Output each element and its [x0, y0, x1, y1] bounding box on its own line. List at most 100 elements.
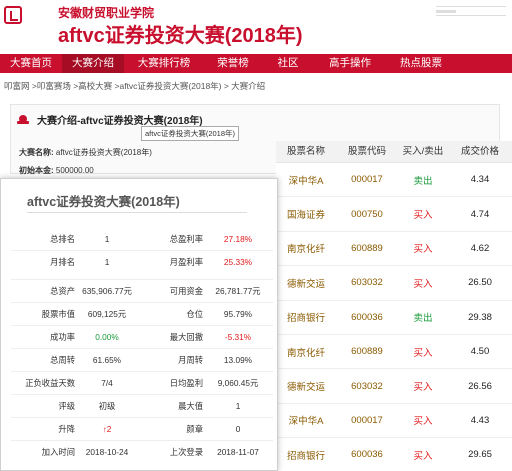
stock-code: 603032 — [351, 380, 383, 392]
trade-action: 卖出 — [413, 175, 433, 187]
trade-price: 4.62 — [470, 242, 490, 254]
stat-value: 0 — [235, 424, 241, 434]
initial-capital-row: 初始本金: 500000.00 — [19, 165, 94, 176]
trade-action: 买入 — [413, 244, 433, 256]
trade-price: 4.50 — [470, 346, 490, 358]
stock-code: 603032 — [351, 277, 383, 289]
title-tooltip: aftvc证券投资大赛(2018年) — [141, 126, 240, 141]
contest-name-label: 大赛名称: — [19, 148, 54, 157]
player-stats-card: aftvc证券投资大赛(2018年) 总排名 1 总盈利率 27.18% 月排名 1 月盈利… — [0, 178, 278, 471]
trade-action: 买入 — [413, 416, 433, 428]
col-stock-code: 股票代码 — [347, 146, 386, 157]
trade-price: 4.43 — [470, 414, 490, 426]
stock-table-header: 股票名称 股票代码 买入/卖出 成交价格 — [276, 141, 512, 163]
stats-row: 总资产 635,906.77元 可用资金 26,781.77元 — [11, 279, 273, 302]
stock-name[interactable]: 南京化纤 — [276, 345, 336, 359]
stat-label: 月盈利率 — [169, 257, 203, 267]
intro-title: 大赛介绍-aftvc证券投资大赛(2018年) — [37, 116, 203, 127]
stat-label: 颜章 — [186, 424, 203, 434]
stock-code: 600036 — [351, 311, 383, 323]
table-row[interactable]: 德新交运 603032 买入 26.56 — [276, 369, 512, 404]
nav-item-expert[interactable]: 高手操作 — [314, 54, 386, 73]
stat-value: 25.33% — [223, 257, 253, 267]
col-stock-name: 股票名称 — [286, 146, 325, 157]
stat-label: 月周转 — [178, 355, 203, 365]
nav-item-intro[interactable]: 大赛介绍 — [62, 54, 124, 73]
stock-name[interactable]: 国海证券 — [276, 207, 336, 221]
trade-price: 26.50 — [468, 277, 492, 289]
stat-label: 总盈利率 — [169, 233, 203, 244]
table-row[interactable]: 深中华A 000017 买入 4.43 — [276, 404, 512, 439]
trade-price: 4.74 — [470, 208, 490, 220]
stat-value: 1 — [104, 233, 110, 244]
breadcrumb[interactable]: 叩富网 >叩富赛场 >高校大赛 >aftvc证券投资大赛(2018年) > 大赛… — [4, 80, 265, 92]
table-row[interactable]: 国海证券 000750 买入 4.74 — [276, 197, 512, 232]
stat-label: 上次登录 — [169, 447, 203, 457]
stats-row: 成功率 0.00% 最大回撤 -5.31% — [11, 325, 273, 348]
trade-action: 买入 — [413, 347, 433, 359]
stock-name[interactable]: 南京化纤 — [276, 241, 336, 255]
stat-label: 日均盈利 — [169, 378, 203, 388]
nav-item-community[interactable]: 社区 — [262, 54, 314, 73]
stat-value: 2018-11-07 — [217, 447, 259, 457]
table-row[interactable]: 招商银行 600036 卖出 29.38 — [276, 301, 512, 335]
nav-item-honor[interactable]: 荣誉榜 — [204, 54, 262, 73]
trade-price: 4.34 — [470, 174, 490, 186]
stat-label: 总周转 — [50, 355, 75, 365]
stock-name[interactable]: 深中华A — [276, 173, 336, 187]
stats-table: 总排名 1 总盈利率 27.18% 月排名 1 月盈利率 25.33% 总资产 635,906.7… — [11, 227, 273, 463]
stat-label: 仓位 — [186, 309, 203, 319]
table-row[interactable]: 南京化纤 600889 买入 4.62 — [276, 232, 512, 267]
stat-value: -5.31% — [224, 332, 252, 342]
stock-code: 600036 — [351, 449, 383, 461]
stat-label: 评级 — [58, 401, 75, 411]
stats-row: 正负收益天数 7/4 日均盈利 9,060.45元 — [11, 371, 273, 394]
stock-name[interactable]: 招商银行 — [276, 448, 336, 462]
stock-name[interactable]: 德新交运 — [276, 276, 336, 290]
nav-item-home[interactable]: 大赛首页 — [0, 54, 62, 73]
card-divider — [27, 212, 247, 213]
stat-label: 总资产 — [50, 286, 75, 296]
school-logo-icon[interactable] — [4, 6, 22, 24]
table-row[interactable]: 深中华A 000017 卖出 4.34 — [276, 163, 512, 198]
stock-name[interactable]: 德新交运 — [276, 379, 336, 393]
col-action: 买入/卖出 — [402, 146, 444, 157]
stats-row: 升降 ↑2 颜章 0 — [11, 417, 273, 440]
stat-label: 可用资金 — [169, 286, 203, 296]
stat-label: 总排名 — [50, 233, 75, 244]
stats-row: 加入时间 2018-10-24 上次登录 2018-11-07 — [11, 440, 273, 463]
nav-item-ranking[interactable]: 大赛排行榜 — [124, 54, 204, 73]
card-title[interactable]: aftvc证券投资大赛(2018年) — [27, 191, 180, 210]
stats-row: 评级 初级 晨大值 1 — [11, 394, 273, 417]
trade-price: 29.38 — [468, 311, 492, 323]
stock-name[interactable]: 招商银行 — [276, 310, 336, 324]
table-row[interactable]: 招商银行 600036 买入 29.65 — [276, 438, 512, 471]
initial-capital-label: 初始本金: — [19, 166, 54, 175]
trade-action: 卖出 — [413, 313, 433, 325]
stock-rows: 深中华A 000017 卖出 4.34 国海证券 000750 买入 4.74 南京化纤 6008… — [276, 163, 512, 471]
stats-row: 总排名 1 总盈利率 27.18% — [11, 227, 273, 250]
contest-name-row: 大赛名称: aftvc证券投资大赛(2018年) — [19, 147, 152, 158]
table-row[interactable]: 德新交运 603032 买入 26.50 — [276, 266, 512, 301]
stat-value: 635,906.77元 — [82, 286, 132, 296]
stat-label: 成功率 — [50, 332, 75, 342]
stock-code: 000017 — [351, 414, 383, 426]
site-header: 安徽财贸职业学院 aftvc证券投资大赛(2018年) — [0, 0, 512, 52]
contest-title: aftvc证券投资大赛(2018年) — [58, 25, 303, 47]
stat-label: 升降 — [58, 424, 75, 434]
initial-capital-value: 500000.00 — [55, 166, 94, 175]
stock-code: 600889 — [351, 346, 383, 358]
stats-row: 月排名 1 月盈利率 25.33% — [11, 250, 273, 273]
table-row[interactable]: 南京化纤 600889 买入 4.50 — [276, 335, 512, 370]
stock-code: 000017 — [351, 174, 383, 186]
stats-row: 总周转 61.65% 月周转 13.09% — [11, 348, 273, 371]
header-decoration — [436, 6, 506, 16]
stock-name[interactable]: 深中华A — [276, 413, 336, 427]
nav-item-hot-stocks[interactable]: 热点股票 — [386, 54, 456, 73]
stat-value: 13.09% — [223, 355, 253, 365]
stat-value: 61.65% — [92, 355, 122, 365]
stat-value: 7/4 — [101, 378, 113, 388]
stat-label: 加入时间 — [41, 447, 75, 457]
stat-label: 月排名 — [50, 257, 75, 267]
stock-trade-table: 股票名称 股票代码 买入/卖出 成交价格 深中华A 000017 卖出 4.34 国海证… — [276, 141, 512, 471]
